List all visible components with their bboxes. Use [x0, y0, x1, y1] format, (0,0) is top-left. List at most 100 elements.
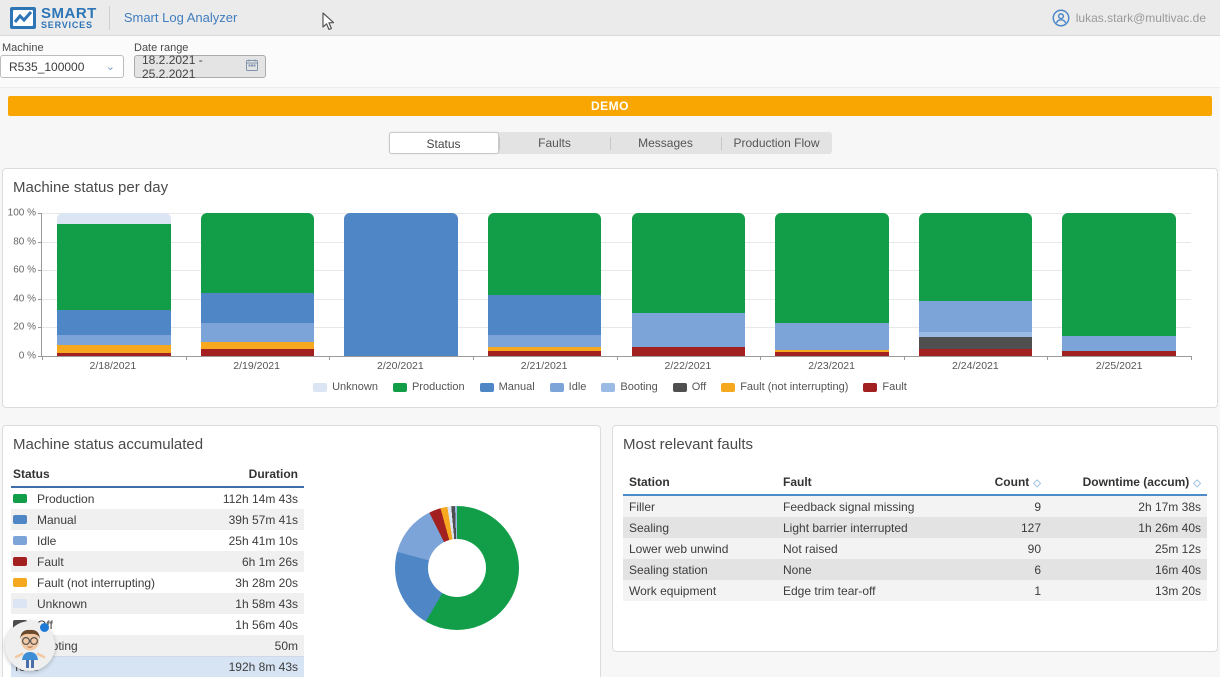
fault-count: 1 — [946, 584, 1041, 598]
user-menu[interactable]: lukas.stark@multivac.de — [1052, 9, 1220, 27]
tab-faults[interactable]: Faults — [500, 132, 610, 154]
x-axis-label: 2/18/2021 — [41, 360, 185, 372]
demo-banner: DEMO — [8, 96, 1212, 116]
bar-segment-fault — [488, 351, 601, 356]
bar-segment-manual — [488, 295, 601, 335]
duration-value: 50m — [275, 639, 298, 653]
duration-value: 6h 1m 26s — [242, 555, 298, 569]
status-swatch — [13, 515, 27, 524]
duration-value: 25h 41m 10s — [229, 534, 298, 548]
sort-icon[interactable]: ◇ — [1193, 478, 1201, 489]
accumulated-table-header: Status Duration — [11, 464, 304, 488]
stacked-bar-2/20/2021[interactable] — [344, 213, 457, 356]
bar-segment-production — [919, 213, 1032, 301]
stacked-bar-2/18/2021[interactable] — [57, 213, 170, 356]
stacked-bar-chart[interactable]: 0 %20 %40 %60 %80 %100 % — [41, 213, 1191, 357]
status-name: Manual — [37, 513, 76, 527]
machine-status-per-day-panel: Machine status per day 0 %20 %40 %60 %80… — [2, 168, 1218, 408]
smart-services-logo[interactable]: SMART SERVICES — [0, 6, 109, 30]
status-cell: Unknown — [13, 597, 87, 611]
tab-production-flow[interactable]: Production Flow — [722, 132, 832, 154]
legend-swatch — [480, 383, 494, 392]
tab-messages[interactable]: Messages — [611, 132, 721, 154]
accumulated-row-production[interactable]: Production 112h 14m 43s — [11, 488, 304, 509]
header-divider — [109, 6, 110, 30]
column-header-station: Station — [629, 475, 783, 489]
status-cell: Production — [13, 492, 94, 506]
fault-row-filler[interactable]: FillerFeedback signal missing92h 17m 38s — [623, 496, 1207, 517]
total-duration: 192h 8m 43s — [229, 660, 298, 674]
bar-segment-fault — [57, 353, 170, 356]
fault-downtime: 13m 20s — [1041, 584, 1201, 598]
legend-swatch — [550, 383, 564, 392]
column-header-count[interactable]: Count◇ — [946, 475, 1041, 489]
accumulated-row-manual[interactable]: Manual 39h 57m 41s — [11, 509, 304, 530]
stacked-bar-2/21/2021[interactable] — [488, 213, 601, 356]
stacked-bar-2/19/2021[interactable] — [201, 213, 314, 356]
accumulated-row-fault[interactable]: Fault6h 1m 26s — [11, 551, 304, 572]
x-axis-label: 2/25/2021 — [1047, 360, 1191, 372]
accumulated-row-fault-not-interrupting-[interactable]: Fault (not interrupting)3h 28m 20s — [11, 572, 304, 593]
fault-station: Lower web unwind — [629, 542, 783, 556]
column-header-downtime-accum-[interactable]: Downtime (accum)◇ — [1041, 475, 1201, 489]
status-cell: Fault (not interrupting) — [13, 576, 155, 590]
faults-table: StationFaultCount◇Downtime (accum)◇ Fill… — [623, 470, 1207, 601]
sort-icon[interactable]: ◇ — [1033, 478, 1041, 489]
status-cell: Manual — [13, 513, 76, 527]
date-range-value: 18.2.2021 - 25.2.2021 — [142, 53, 240, 81]
machine-select-value: R535_100000 — [9, 60, 84, 74]
x-axis-label: 2/20/2021 — [329, 360, 473, 372]
accumulated-row-idle[interactable]: Idle 25h 41m 10s — [11, 530, 304, 551]
user-icon — [1052, 9, 1070, 27]
legend-swatch — [393, 383, 407, 392]
fault-station: Sealing station — [629, 563, 783, 577]
bar-segment-production — [632, 213, 745, 313]
bar-segment-fault — [201, 349, 314, 356]
accumulated-row-off[interactable]: Off1h 56m 40s — [11, 614, 304, 635]
faults-table-body: FillerFeedback signal missing92h 17m 38s… — [623, 496, 1207, 601]
bar-segment-idle — [919, 301, 1032, 332]
y-axis-tick-label: 20 % — [0, 322, 36, 333]
legend-item-production: Production — [393, 381, 465, 393]
bar-slot — [186, 213, 330, 356]
fault-downtime: 16m 40s — [1041, 563, 1201, 577]
bar-slot — [42, 213, 186, 356]
bar-segment-production — [57, 224, 170, 310]
status-swatch — [13, 494, 27, 503]
smart-services-logo-icon — [10, 7, 36, 29]
status-name: Idle — [37, 534, 56, 548]
legend-label: Booting — [620, 381, 657, 393]
date-range-field[interactable]: 18.2.2021 - 25.2.2021 — [134, 55, 266, 78]
fault-row-work-equipment[interactable]: Work equipmentEdge trim tear-off113m 20s — [623, 580, 1207, 601]
bar-segment-idle — [201, 323, 314, 342]
accumulated-total-row[interactable]: Total192h 8m 43s — [11, 656, 304, 677]
calendar-icon — [246, 59, 258, 74]
legend-swatch — [313, 383, 327, 392]
stacked-bar-2/24/2021[interactable] — [919, 213, 1032, 356]
user-email: lukas.stark@multivac.de — [1076, 11, 1206, 25]
stacked-bar-2/25/2021[interactable] — [1062, 213, 1175, 356]
bar-segment-fault-not-interrupting- — [57, 345, 170, 354]
bar-segment-production — [488, 213, 601, 295]
duration-value: 112h 14m 43s — [223, 492, 298, 506]
fault-row-sealing-station[interactable]: Sealing stationNone616m 40s — [623, 559, 1207, 580]
machine-select[interactable]: R535_100000 ⌄ — [0, 55, 124, 78]
status-name: Fault (not interrupting) — [37, 576, 155, 590]
bar-segment-fault — [919, 349, 1032, 356]
bar-slot — [329, 213, 473, 356]
bar-slot — [617, 213, 761, 356]
accumulated-row-unknown[interactable]: Unknown1h 58m 43s — [11, 593, 304, 614]
status-donut-chart[interactable] — [395, 506, 519, 630]
status-swatch — [13, 536, 27, 545]
status-swatch — [13, 578, 27, 587]
bar-segment-unknown — [57, 213, 170, 224]
fault-row-sealing[interactable]: SealingLight barrier interrupted1271h 26… — [623, 517, 1207, 538]
chart-x-axis-labels: 2/18/20212/19/20212/20/20212/21/20212/22… — [41, 360, 1191, 372]
tab-status[interactable]: Status — [389, 132, 499, 154]
tabs: StatusFaultsMessagesProduction Flow — [389, 132, 832, 154]
stacked-bar-2/23/2021[interactable] — [775, 213, 888, 356]
bar-slot — [473, 213, 617, 356]
duration-value: 39h 57m 41s — [229, 513, 298, 527]
fault-row-lower-web-unwind[interactable]: Lower web unwindNot raised9025m 12s — [623, 538, 1207, 559]
stacked-bar-2/22/2021[interactable] — [632, 213, 745, 356]
